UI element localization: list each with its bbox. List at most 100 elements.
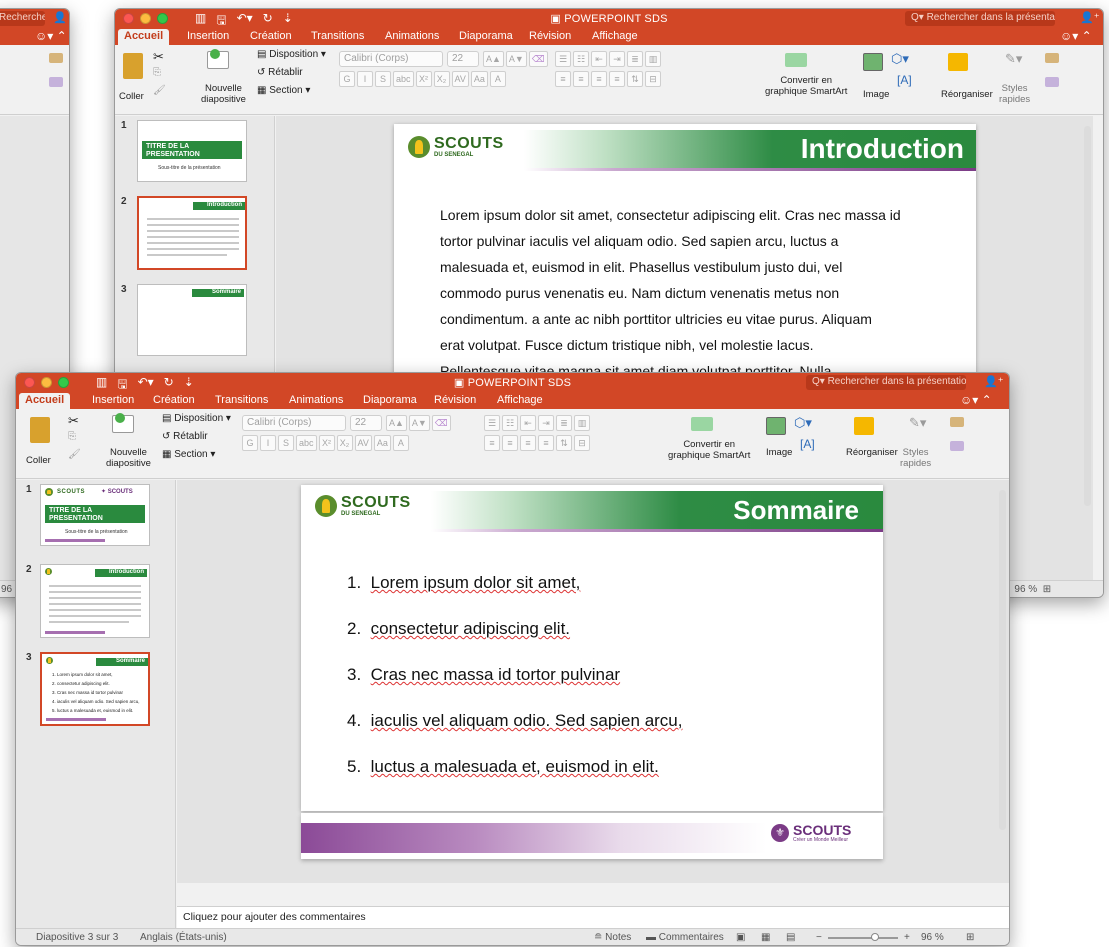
quick-styles-icon[interactable]: ✎▾ <box>909 415 926 431</box>
cut-icon[interactable]: ✂ <box>68 413 79 429</box>
bullets-button[interactable]: ☰ <box>484 415 500 431</box>
highlight-icon[interactable] <box>49 77 63 87</box>
line-color-icon[interactable] <box>1045 77 1059 87</box>
search-input[interactable]: Q▾ Rechercher dans la présentation <box>806 375 966 390</box>
bold-button[interactable]: G <box>242 435 258 451</box>
subscript-button[interactable]: X₂ <box>336 435 353 451</box>
thumbnail-slide-3[interactable]: Sommaire <box>137 284 247 356</box>
shrink-font-button[interactable]: A▼ <box>505 51 527 67</box>
text-direction-button[interactable]: ⇅ <box>556 435 572 451</box>
reset-button[interactable]: ↺ Rétablir <box>162 431 208 442</box>
tab-revision[interactable]: Révision <box>434 394 476 406</box>
align-center-button[interactable]: ≡ <box>502 435 518 451</box>
slide-sommaire[interactable]: SCOUTS DU SENEGAL Sommaire 1. Lorem ipsum… <box>301 485 883 811</box>
slide-sorter-icon[interactable]: ▦ <box>761 932 770 943</box>
tab-affichage[interactable]: Affichage <box>497 394 543 406</box>
text-direction-button[interactable]: ⇅ <box>627 71 643 87</box>
indent-button[interactable]: ⇥ <box>538 415 554 431</box>
vertical-scrollbar[interactable] <box>999 490 1006 830</box>
notes-input[interactable]: Cliquez pour ajouter des commentaires <box>177 906 1009 928</box>
columns-button[interactable]: ▥ <box>574 415 590 431</box>
tab-revision[interactable]: Révision <box>529 30 571 42</box>
list-item[interactable]: 3. Cras nec massa id tortor pulvinar <box>347 665 620 685</box>
tab-creation[interactable]: Création <box>153 394 195 406</box>
zoom-in-button[interactable]: + <box>904 932 910 943</box>
tab-accueil[interactable]: Accueil <box>118 29 170 45</box>
arrange-icon[interactable] <box>854 417 874 435</box>
list-item[interactable]: 5. luctus a malesuada et, euismod in eli… <box>347 757 659 777</box>
feedback-icon[interactable]: ☺▾ ⌃ <box>1060 29 1092 43</box>
list-item[interactable]: 4. iaculis vel aliquam odio. Sed sapien … <box>347 711 682 731</box>
share-icon[interactable]: 👤⁺ <box>984 375 1004 388</box>
bullets-button[interactable]: ☰ <box>555 51 571 67</box>
case-button[interactable]: Aa <box>373 435 391 451</box>
tab-diaporama[interactable]: Diaporama <box>459 30 513 42</box>
quick-styles-icon[interactable]: ✎▾ <box>1005 51 1022 67</box>
format-painter-icon[interactable]: 🖌 <box>68 449 81 460</box>
line-spacing-button[interactable]: ≣ <box>556 415 572 431</box>
case-button[interactable]: Aa <box>470 71 488 87</box>
clear-format-button[interactable]: ⌫ <box>528 51 548 67</box>
slide-body-text[interactable]: Lorem ipsum dolor sit amet, consectetur … <box>440 202 940 384</box>
search-input[interactable]: Q▾ Rechercher dans la présentation <box>905 11 1055 26</box>
fill-color-icon[interactable] <box>950 417 964 427</box>
spacing-button[interactable]: AV <box>451 71 469 87</box>
justify-button[interactable]: ≡ <box>609 71 625 87</box>
image-icon[interactable] <box>766 417 786 435</box>
share-icon-left[interactable]: 👤 <box>53 11 67 24</box>
section-button[interactable]: ▦ Section ▾ <box>162 449 215 460</box>
align-center-button[interactable]: ≡ <box>573 71 589 87</box>
numbering-button[interactable]: ☷ <box>502 415 518 431</box>
paste-icon[interactable] <box>123 53 143 79</box>
line-spacing-button[interactable]: ≣ <box>627 51 643 67</box>
thumbnail-slide-2[interactable]: Introduction <box>137 196 247 270</box>
search-input-left[interactable]: Rechercher dans la présentation <box>0 11 45 26</box>
copy-icon[interactable]: ⎘ <box>68 431 76 442</box>
tab-diaporama[interactable]: Diaporama <box>363 394 417 406</box>
font-name-select[interactable]: Calibri (Corps) <box>242 415 346 431</box>
feedback-icon[interactable]: ☺▾ ⌃ <box>960 393 992 407</box>
tab-animations[interactable]: Animations <box>385 30 439 42</box>
outdent-button[interactable]: ⇤ <box>591 51 607 67</box>
arrange-label[interactable]: Réorganiser <box>941 89 993 100</box>
tab-transitions[interactable]: Transitions <box>215 394 268 406</box>
grow-font-button[interactable]: A▲ <box>483 51 504 67</box>
shrink-font-button[interactable]: A▼ <box>408 415 430 431</box>
list-item[interactable]: 2. consectetur adipiscing elit. <box>347 619 570 639</box>
thumbnail-slide-2[interactable]: Introduction <box>40 564 150 638</box>
tab-insertion[interactable]: Insertion <box>92 394 134 406</box>
tab-affichage[interactable]: Affichage <box>592 30 638 42</box>
zoom-slider[interactable] <box>828 937 898 939</box>
underline-button[interactable]: S <box>278 435 294 451</box>
thumbnail-slide-1[interactable]: TITRE DE LA PRESENTATION Sous-titre de la… <box>137 120 247 182</box>
paste-icon[interactable] <box>30 417 50 443</box>
align-right-button[interactable]: ≡ <box>520 435 536 451</box>
align-text-button[interactable]: ⊟ <box>574 435 590 451</box>
shapes-icon[interactable]: ⬡▾ <box>891 51 909 67</box>
quick-styles-label[interactable]: Styles rapides <box>999 83 1030 105</box>
tab-creation[interactable]: Création <box>250 30 292 42</box>
columns-button[interactable]: ▥ <box>645 51 661 67</box>
arrange-label[interactable]: Réorganiser <box>846 447 898 458</box>
numbering-button[interactable]: ☷ <box>573 51 589 67</box>
section-button[interactable]: ▦ Section ▾ <box>257 85 310 96</box>
layout-button[interactable]: ▤ Disposition ▾ <box>257 49 326 60</box>
share-icon[interactable]: 👤⁺ <box>1080 11 1100 24</box>
bold-button[interactable]: G <box>339 71 355 87</box>
quick-styles-label[interactable]: Styles rapides <box>900 447 931 469</box>
shapes-icon[interactable]: ⬡▾ <box>794 415 812 431</box>
indent-button[interactable]: ⇥ <box>609 51 625 67</box>
zoom-level[interactable]: 96 % <box>921 932 944 943</box>
reading-view-icon[interactable]: ▤ <box>786 932 795 943</box>
fill-color-icon[interactable] <box>1045 53 1059 63</box>
new-slide-label[interactable]: Nouvelle diapositive <box>201 83 246 105</box>
cut-icon[interactable]: ✂ <box>153 49 164 65</box>
image-label[interactable]: Image <box>766 447 792 458</box>
thumbnail-slide-1[interactable]: SCOUTS ✦ SCOUTS TITRE DE LA PRESENTATION … <box>40 484 150 546</box>
language-indicator[interactable]: Anglais (États-unis) <box>140 932 227 943</box>
font-size-select[interactable]: 22 <box>447 51 479 67</box>
font-color-button[interactable]: A <box>392 435 409 451</box>
new-slide-label[interactable]: Nouvelle diapositive <box>106 447 151 469</box>
align-text-button[interactable]: ⊟ <box>645 71 661 87</box>
align-left-button[interactable]: ≡ <box>555 71 571 87</box>
